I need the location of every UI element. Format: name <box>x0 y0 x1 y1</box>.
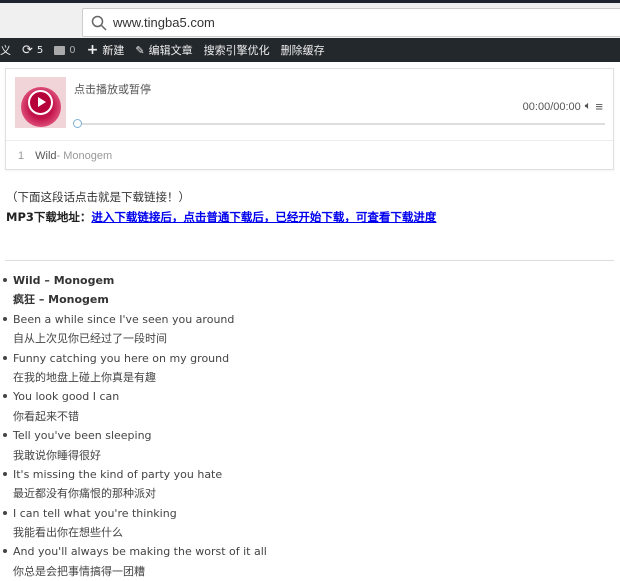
lyric-en: I can tell what you're thinking <box>13 506 177 520</box>
track-artist: - Monogem <box>56 149 113 162</box>
edit-label: 编辑文章 <box>148 44 193 57</box>
lyric-zh: 疯狂 – Monogem <box>13 293 109 307</box>
updates-button[interactable]: ⟳ 5 <box>22 43 43 58</box>
download-note: （下面这段话点击就是下载链接！） <box>6 190 190 204</box>
lyric-item: I can tell what you're thinking 我能看出你在想些什… <box>0 504 267 543</box>
address-bar[interactable]: www.tingba5.com <box>82 8 620 37</box>
track-title: Wild <box>35 149 57 162</box>
lyric-item: Wild – Monogem 疯狂 – Monogem <box>0 271 267 310</box>
url-text: www.tingba5.com <box>113 15 215 30</box>
lyric-item: And you'll always be making the worst of… <box>0 542 267 581</box>
refresh-icon: ⟳ <box>22 42 33 58</box>
browser-toolbar: www.tingba5.com <box>0 0 620 38</box>
play-icon[interactable] <box>28 90 53 115</box>
audio-player: 点击播放或暂停 00:00/00:00 🔈︎ ≡ 1 Wild - Monoge… <box>5 68 614 170</box>
lyric-en: You look good I can <box>13 390 120 404</box>
new-label: 新建 <box>102 44 125 57</box>
comments-button[interactable]: 0 <box>54 44 76 56</box>
lyric-zh: 你总是会把事情搞得一团糟 <box>13 564 145 578</box>
lyric-zh: 你看起来不错 <box>13 409 79 423</box>
lyric-item: Been a while since I've seen you around 自… <box>0 310 267 349</box>
partial-label: 义 <box>0 44 11 57</box>
clear-cache-button[interactable]: 删除缓存 <box>281 42 325 58</box>
admin-menu-partial[interactable]: 义 <box>0 42 11 58</box>
lyric-en: Wild – Monogem <box>13 274 115 287</box>
lyric-zh: 在我的地盘上碰上你真是有趣 <box>13 370 156 384</box>
plus-icon: + <box>86 42 99 58</box>
volume-icon[interactable]: 🔈︎ <box>585 100 592 113</box>
lyric-item: It's missing the kind of party you hate 最… <box>0 465 267 504</box>
lyric-item: You look good I can 你看起来不错 <box>0 387 267 426</box>
lyric-zh: 我敢说你睡得很好 <box>13 448 101 462</box>
album-cover[interactable] <box>15 77 66 128</box>
seo-button[interactable]: 搜索引擎优化 <box>204 42 270 58</box>
download-link[interactable]: 进入下载链接后，点击普通下载后，已经开始下载，可查看下载进度 <box>91 210 436 224</box>
lyrics-list: Wild – Monogem 疯狂 – Monogem Been a while s… <box>0 271 267 581</box>
time-display: 00:00/00:00 <box>522 100 581 113</box>
lyric-item: Tell you've been sleeping 我敢说你睡得很好 <box>0 426 267 465</box>
seo-label: 搜索引擎优化 <box>203 44 270 57</box>
player-title: 点击播放或暂停 <box>74 83 151 96</box>
lyric-zh: 自从上次见你已经过了一段时间 <box>13 332 167 346</box>
progress-track[interactable] <box>78 123 605 125</box>
edit-post-button[interactable]: ✎ 编辑文章 <box>135 42 192 58</box>
admin-bar: 义 ⟳ 5 0 + 新建 ✎ 编辑文章 搜索引擎优化 删除缓存 <box>0 38 620 62</box>
search-icon <box>91 15 107 31</box>
comment-icon <box>54 45 66 55</box>
lyric-en: Funny catching you here on my ground <box>13 351 230 365</box>
new-button[interactable]: + 新建 <box>87 42 125 58</box>
lyric-zh: 我能看出你在想些什么 <box>13 526 123 540</box>
divider <box>5 260 614 261</box>
pencil-icon: ✎ <box>135 43 145 57</box>
lyric-en: It's missing the kind of party you hate <box>13 467 223 481</box>
progress-handle[interactable] <box>73 119 82 128</box>
updates-count: 5 <box>36 44 44 56</box>
lyric-en: And you'll always be making the worst of… <box>13 545 267 559</box>
menu-icon[interactable]: ≡ <box>595 99 603 114</box>
lyric-zh: 最近都没有你痛恨的那种派对 <box>13 487 156 501</box>
lyric-en: Been a while since I've seen you around <box>13 312 235 326</box>
lyric-en: Tell you've been sleeping <box>13 429 152 443</box>
playlist-item[interactable]: 1 Wild - Monogem <box>6 140 613 170</box>
player-time-controls: 00:00/00:00 🔈︎ ≡ <box>523 99 603 114</box>
lyric-item: Funny catching you here on my ground 在我的地… <box>0 349 267 388</box>
cache-label: 删除缓存 <box>280 44 325 57</box>
download-line: MP3下载地址：进入下载链接后，点击普通下载后，已经开始下载，可查看下载进度 <box>6 209 436 225</box>
download-label: MP3下载地址： <box>6 210 92 224</box>
track-index: 1 <box>18 149 25 162</box>
comments-count: 0 <box>69 44 76 56</box>
